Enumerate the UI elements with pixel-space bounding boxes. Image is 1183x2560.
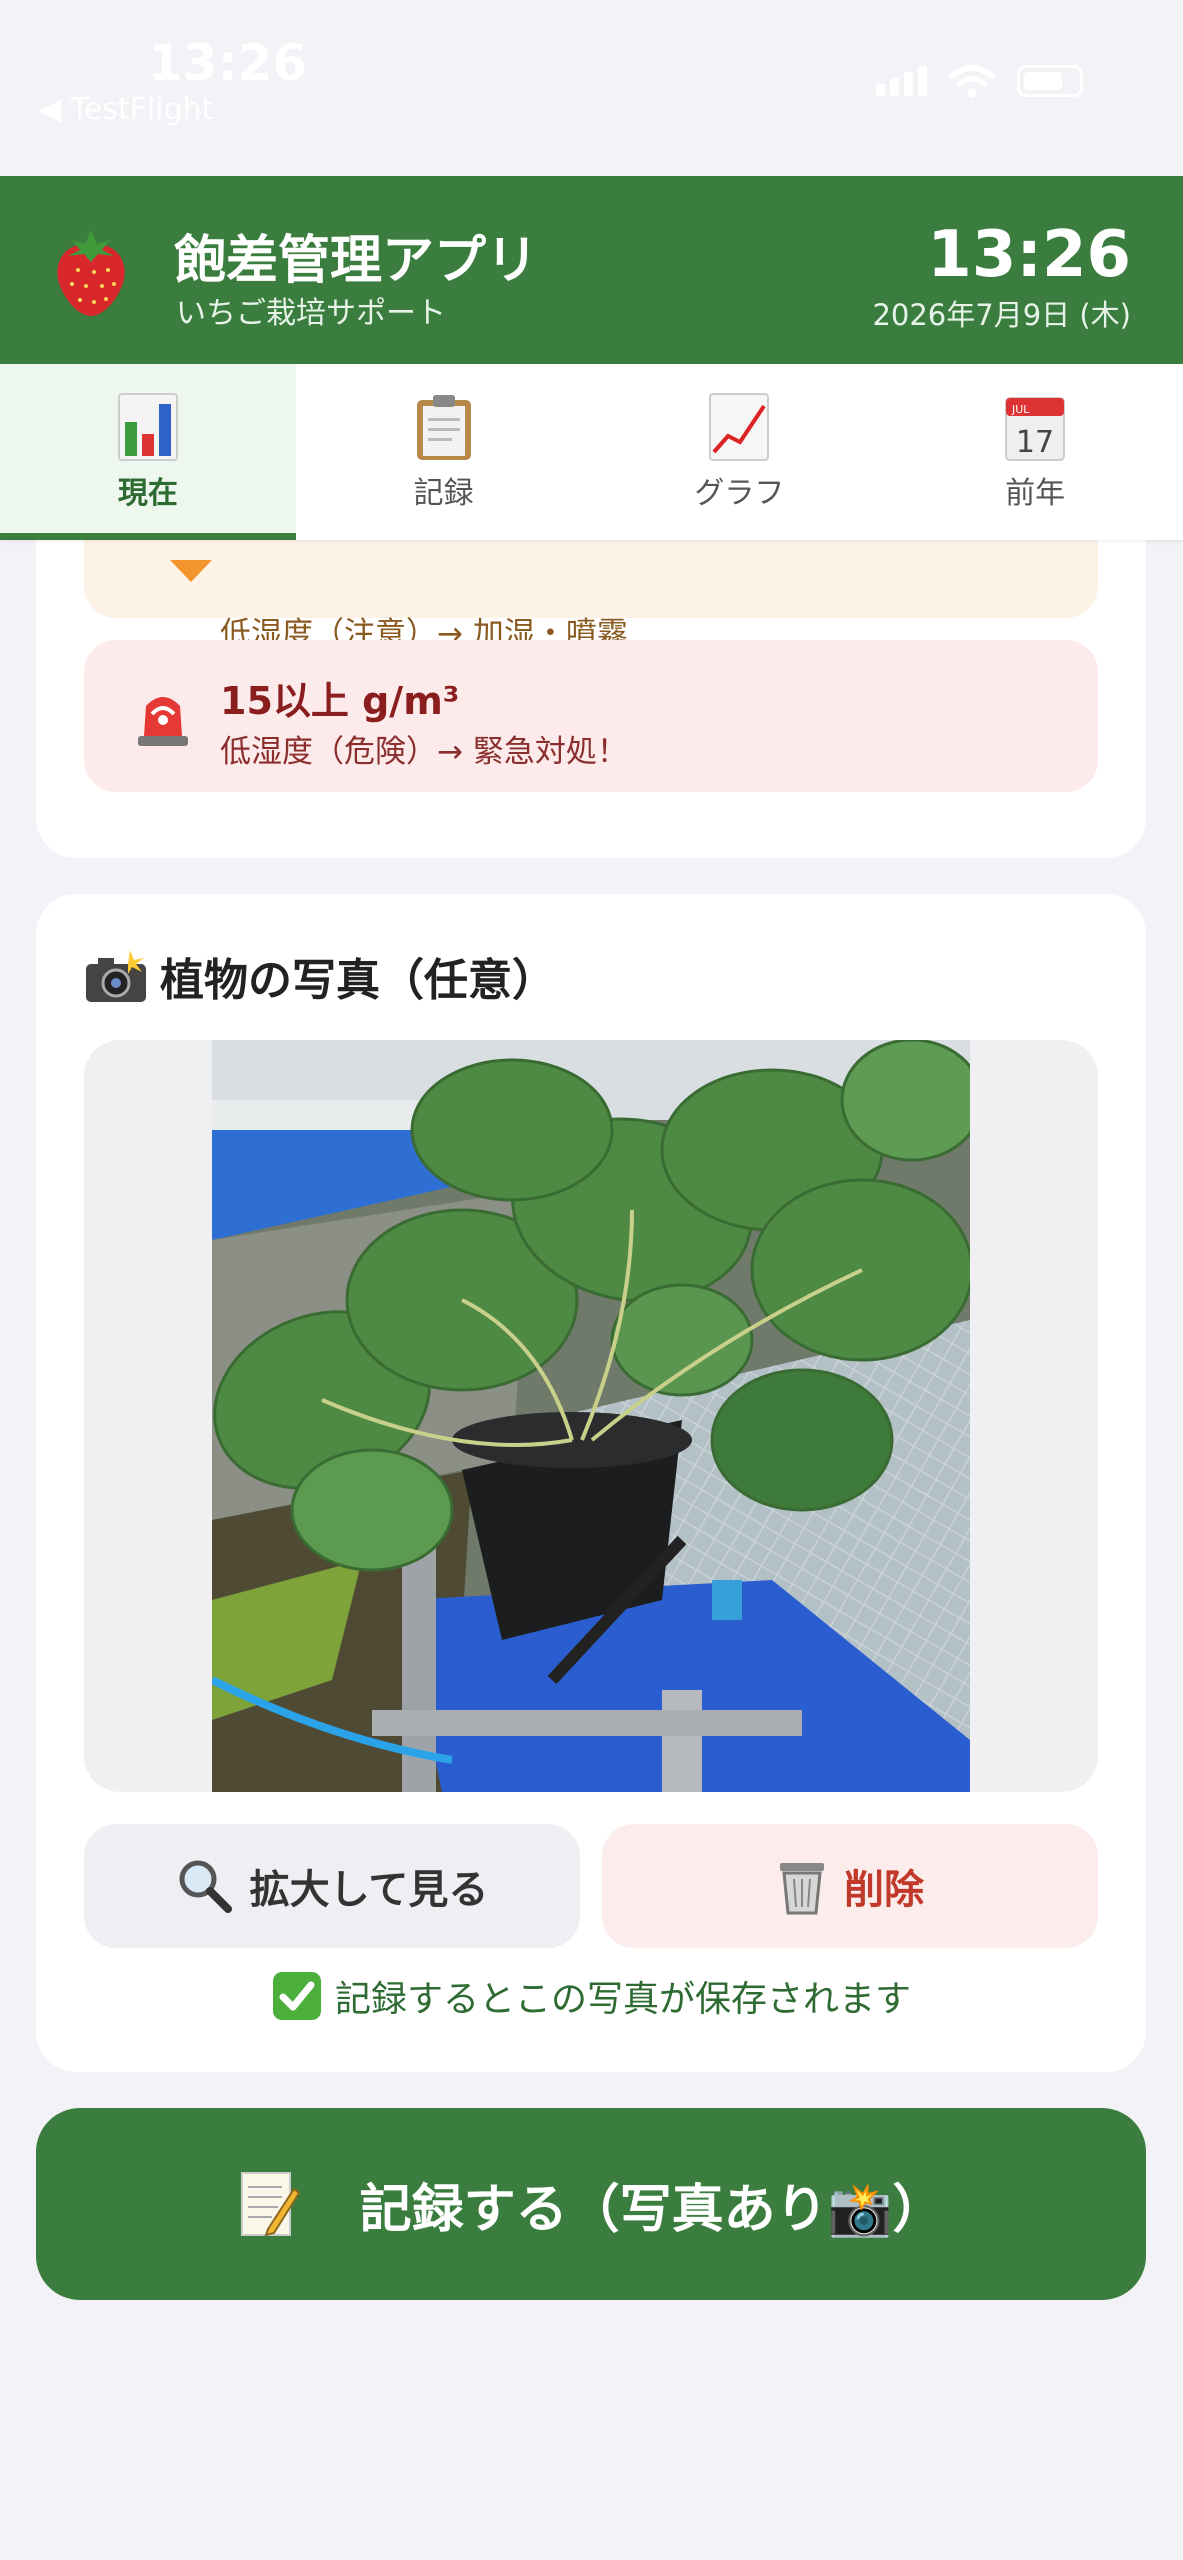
app-subtitle: いちご栽培サポート	[176, 296, 446, 331]
delete-button-label: 削除	[844, 1867, 924, 1913]
status-icons	[876, 64, 1083, 98]
status-bar: 13:26 ◀ TestFlight	[0, 0, 1183, 176]
siren-icon	[138, 697, 188, 746]
back-to-testflight-link[interactable]: ◀ TestFlight	[38, 92, 213, 127]
header-date: 2026年7月9日 (木)	[872, 298, 1131, 332]
tab-label-graph: グラフ	[694, 476, 785, 511]
photo-section-header: 植物の写真（任意）	[84, 944, 556, 1008]
tab-last-year[interactable]: JUL 17 前年	[887, 364, 1183, 540]
camera-flash-icon	[86, 950, 146, 1002]
clipboard-icon	[416, 395, 471, 460]
tab-records[interactable]: 記録	[296, 364, 592, 540]
tab-bar: 現在 記録 グラフ JUL 17 前年	[0, 364, 1183, 540]
calendar-icon: JUL 17	[1005, 397, 1066, 461]
plant-photo-card: 植物の写真（任意） 拡大して見る 削除 記録するとこの写真が保存されます	[36, 894, 1146, 2072]
zoom-photo-button[interactable]: 拡大して見る	[84, 1824, 580, 1948]
strawberry-icon	[57, 230, 125, 316]
svg-text:JUL: JUL	[1011, 403, 1030, 416]
record-button-label: 記録する（写真あり📸）	[359, 2179, 945, 2240]
trash-icon	[780, 1863, 824, 1915]
danger-alert-description: 低湿度（危険）→ 緊急対処！	[220, 734, 628, 770]
app-title: 飽差管理アプリ	[174, 231, 539, 291]
photo-preview-frame	[84, 1040, 1098, 1792]
signal-icon	[876, 66, 927, 96]
memo-icon	[240, 2172, 300, 2237]
battery-icon	[1017, 65, 1083, 97]
header-clock: 13:26	[927, 218, 1131, 292]
danger-alert: 15以上 g/m³ 低湿度（危険）→ 緊急対処！	[84, 640, 1098, 792]
app-header: 飽差管理アプリ いちご栽培サポート 13:26 2026年7月9日 (木)	[0, 176, 1183, 364]
tab-graph[interactable]: グラフ	[592, 364, 888, 540]
line-chart-icon	[709, 393, 770, 461]
wifi-icon	[949, 65, 995, 98]
photo-save-note-text: 記録するとこの写真が保存されます	[334, 1979, 911, 2020]
tab-label-last-year: 前年	[1005, 476, 1066, 511]
tab-label-records: 記録	[413, 476, 474, 511]
tab-label-current: 現在	[117, 476, 178, 511]
delete-photo-button[interactable]: 削除	[602, 1824, 1098, 1948]
photo-section-title: 植物の写真（任意）	[160, 955, 556, 1006]
warning-triangle-icon	[170, 560, 212, 582]
record-with-photo-button[interactable]: 記録する（写真あり📸）	[36, 2108, 1146, 2300]
status-time: 13:26	[148, 34, 308, 92]
photo-save-note: 記録するとこの写真が保存されます	[36, 1970, 1146, 2022]
plant-photo[interactable]	[212, 1040, 970, 1792]
check-mark-icon	[272, 1972, 321, 2020]
bar-chart-icon	[117, 393, 178, 461]
tab-current[interactable]: 現在	[0, 364, 296, 540]
svg-text:17: 17	[1016, 425, 1054, 460]
zoom-button-label: 拡大して見る	[249, 1867, 489, 1913]
danger-alert-title: 15以上 g/m³	[220, 679, 460, 723]
magnifier-icon	[179, 1860, 232, 1913]
